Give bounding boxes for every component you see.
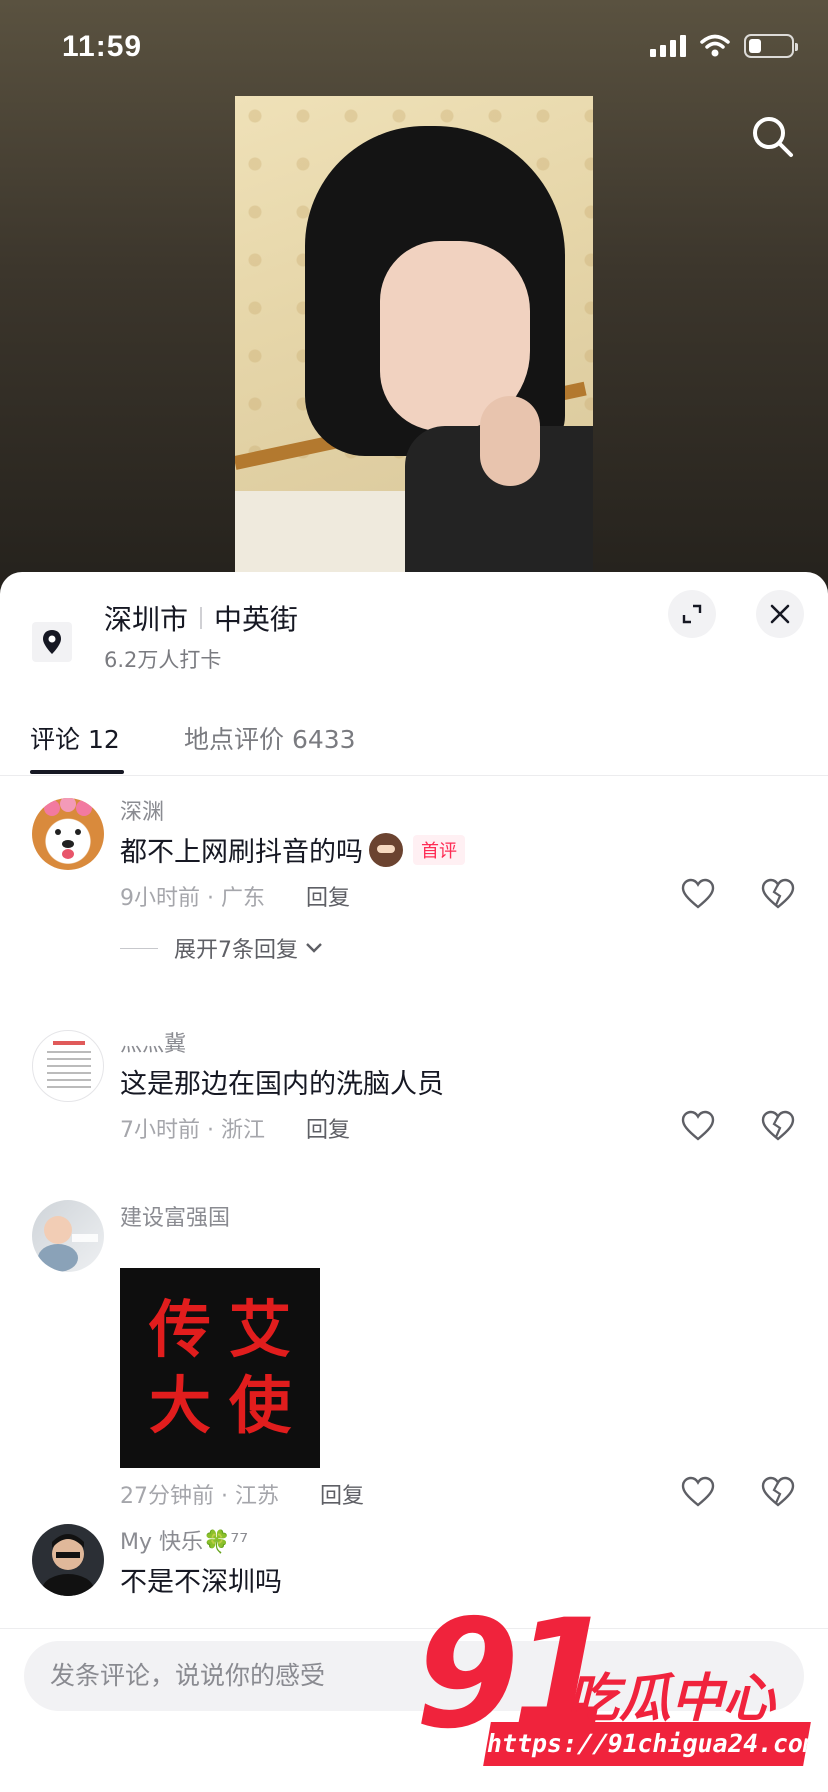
comment-text: 不是不深圳吗 — [120, 1567, 282, 1598]
dislike-heart-icon[interactable] — [761, 1110, 795, 1142]
expand-replies-button[interactable]: 展开7条回复 — [120, 932, 324, 964]
status-bar: 11:59 — [0, 0, 828, 100]
avatar[interactable] — [32, 798, 104, 870]
expand-icon — [682, 604, 702, 624]
avatar[interactable] — [32, 1200, 104, 1272]
search-icon[interactable] — [748, 112, 798, 162]
signal-icon — [650, 35, 686, 57]
location-city: 深圳市 — [104, 603, 189, 636]
comment-text: 这是那边在国内的洗脑人员 — [120, 1069, 444, 1100]
comment-time-location: 9小时前 · 广东 — [120, 886, 265, 911]
location-checkins: 6.2万人打卡 — [104, 648, 222, 672]
sticker-char: 大 — [148, 1369, 211, 1442]
wifi-icon — [700, 34, 730, 57]
tab-location-reviews[interactable]: 地点评价 6433 — [184, 720, 356, 756]
like-heart-icon[interactable] — [681, 878, 715, 910]
location-pin-icon — [32, 622, 72, 662]
reply-button[interactable]: 回复 — [306, 886, 350, 911]
comment-tabs: 评论 12 地点评价 6433 — [0, 704, 828, 776]
location-title[interactable]: 深圳市 中英街 — [104, 598, 298, 638]
comment-text-body: 都不上网刷抖音的吗 — [120, 837, 363, 868]
avatar[interactable] — [32, 1030, 104, 1102]
baby-avatar-icon — [38, 1216, 98, 1272]
tab-comments[interactable]: 评论 12 — [30, 720, 120, 756]
comment-username[interactable]: My 快乐🍀⁷⁷ — [120, 1524, 248, 1556]
comment-username[interactable]: 灬灬冀 — [120, 1026, 186, 1058]
comment-time-location: 7小时前 · 浙江 — [120, 1118, 265, 1143]
expand-button[interactable] — [668, 590, 716, 638]
dislike-heart-icon[interactable] — [761, 878, 795, 910]
comment-meta: 7小时前 · 浙江 回复 — [120, 1112, 350, 1144]
like-heart-icon[interactable] — [681, 1110, 715, 1142]
expand-replies-label: 展开7条回复 — [174, 938, 298, 963]
comment-text: 都不上网刷抖音的吗 首评 — [120, 830, 465, 869]
comment-sticker-image[interactable]: 传 艾 大 使 — [120, 1268, 320, 1468]
first-comment-badge: 首评 — [413, 834, 465, 865]
status-time: 11:59 — [62, 30, 143, 63]
comment-time-location: 27分钟前 · 江苏 — [120, 1484, 279, 1509]
watermark-name: 吃瓜中心 — [567, 1669, 776, 1729]
location-street: 中英街 — [214, 603, 299, 636]
active-tab-indicator — [30, 770, 124, 774]
dog-avatar-icon — [44, 798, 92, 859]
status-icons — [650, 34, 798, 58]
comment-meta: 9小时前 · 广东 回复 — [120, 880, 350, 912]
like-heart-icon[interactable] — [681, 1476, 715, 1508]
close-button[interactable] — [756, 590, 804, 638]
comment-username[interactable]: 建设富强国 — [120, 1200, 230, 1232]
man-avatar-icon — [42, 1534, 94, 1596]
video-thumbnail[interactable] — [235, 96, 593, 576]
dislike-heart-icon[interactable] — [761, 1476, 795, 1508]
close-icon — [770, 604, 790, 624]
comment-username[interactable]: 深渊 — [120, 794, 164, 826]
battery-icon — [744, 34, 798, 58]
poop-emoji-icon — [369, 832, 403, 867]
sticker-char: 传 — [148, 1293, 211, 1366]
watermark-url: https://91chigua24.com — [483, 1722, 821, 1766]
chevron-down-icon — [306, 943, 322, 953]
comment-meta: 27分钟前 · 江苏 回复 — [120, 1478, 364, 1510]
sticker-char: 使 — [228, 1369, 291, 1442]
reply-button[interactable]: 回复 — [320, 1484, 364, 1509]
sticker-char: 艾 — [228, 1293, 291, 1366]
avatar[interactable] — [32, 1524, 104, 1596]
reply-button[interactable]: 回复 — [306, 1118, 350, 1143]
text-image-avatar-icon — [47, 1041, 91, 1088]
watermark-logo: 91 吃瓜中心 https://91chigua24.com — [415, 1600, 821, 1770]
